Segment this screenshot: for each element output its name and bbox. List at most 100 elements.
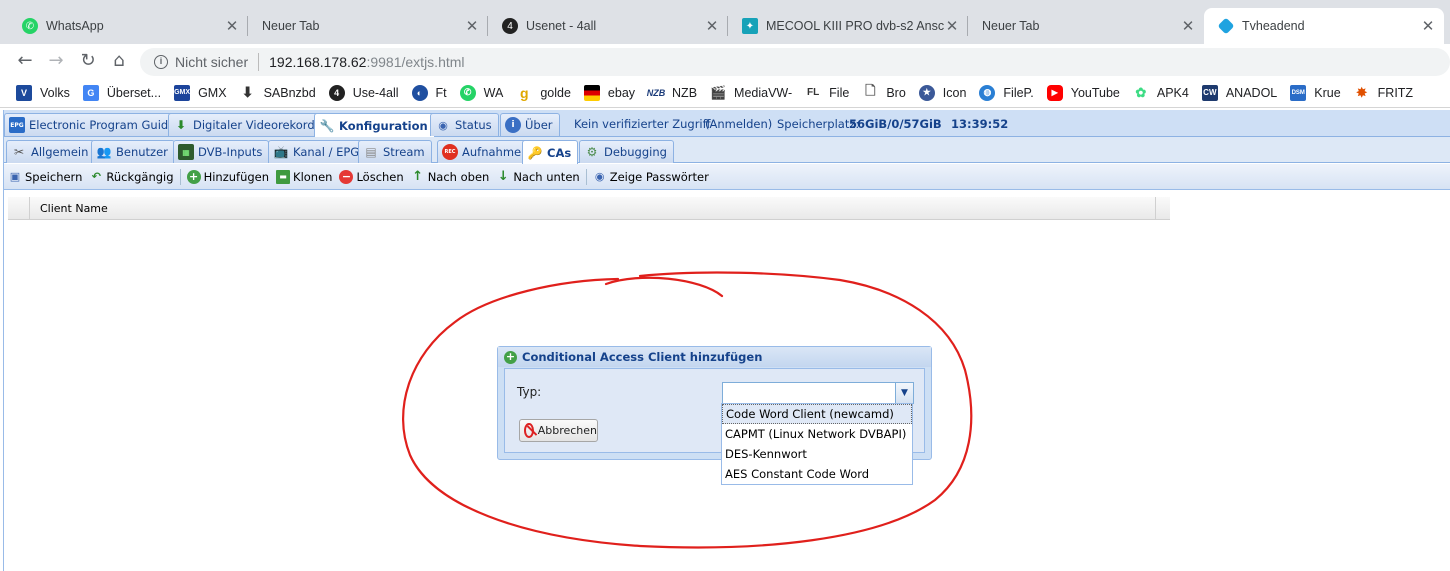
anadol-icon: CW — [1201, 84, 1218, 101]
forward-icon[interactable]: → — [45, 50, 67, 72]
bookmark-use4all[interactable]: 4 Use-4all — [328, 84, 399, 101]
remove-icon: − — [339, 169, 354, 184]
whatsapp-icon: ✆ — [22, 18, 38, 34]
tab-allgemein[interactable]: ✂ Allgemein — [6, 140, 96, 163]
option-capmt[interactable]: CAPMT (Linux Network DVBAPI) — [722, 424, 912, 444]
undo-button[interactable]: ↶ Rückgängig — [89, 170, 174, 184]
option-aes[interactable]: AES Constant Code Word — [722, 464, 912, 484]
tab-aufnahme[interactable]: REC Aufnahme — [437, 140, 529, 163]
chevron-down-icon[interactable]: ▼ — [895, 383, 913, 403]
browser-toolbar: ← → ↻ ⌂ i Nicht sicher 192.168.178.62 :9… — [0, 44, 1450, 78]
tab-stream[interactable]: ▤ Stream — [358, 140, 432, 163]
back-icon[interactable]: ← — [14, 50, 36, 72]
bookmark-uebersetzer[interactable]: G Überset... — [82, 84, 161, 101]
chip-icon: ▦ — [178, 144, 194, 160]
bookmarks-bar: V Volks G Überset... GMX GMX ⬇ SABnzbd 4 Use-… — [0, 78, 1450, 108]
move-up-button[interactable]: ↑ Nach oben — [411, 169, 489, 184]
close-icon[interactable]: ✕ — [464, 17, 480, 35]
tab-epg[interactable]: EPG Electronic Program Guide — [4, 113, 183, 136]
bookmark-sabnzbd[interactable]: ⬇ SABnzbd — [240, 84, 316, 101]
bookmark-file[interactable]: FL File — [805, 85, 849, 101]
arrow-up-icon: ↑ — [412, 169, 424, 184]
bookmark-icon[interactable]: ★ Icon — [918, 84, 966, 101]
close-icon[interactable]: ✕ — [1420, 17, 1436, 35]
download-icon: ⬇ — [241, 84, 254, 100]
browser-tab-tvheadend[interactable]: Tvheadend ✕ — [1204, 8, 1444, 44]
bookmark-volks[interactable]: V Volks — [16, 84, 70, 101]
bookmark-wa[interactable]: ✆ WA — [459, 84, 503, 101]
main-tab-bar: EPG Electronic Program Guide ⬇ Digitaler V… — [4, 110, 1450, 137]
bookmark-filep[interactable]: ◍ FileP. — [979, 84, 1034, 101]
bookmark-krue[interactable]: DSM Krue — [1290, 84, 1341, 101]
browser-tab-strip: ✆ WhatsApp ✕ Neuer Tab ✕ 4 Usenet - 4all… — [0, 0, 1450, 44]
browser-tab-whatsapp[interactable]: ✆ WhatsApp ✕ — [8, 8, 248, 44]
bookmark-ebay[interactable]: ebay — [583, 84, 635, 101]
gears-icon: ⚙ — [586, 145, 598, 159]
type-select[interactable]: ▼ — [722, 382, 914, 404]
tab-dvb-inputs[interactable]: ▦ DVB-Inputs — [173, 140, 270, 163]
tab-cas[interactable]: 🔑 CAs — [522, 140, 579, 164]
bookmark-golde[interactable]: g golde — [516, 85, 571, 101]
key-icon: 🔑 — [527, 145, 543, 160]
kodi-icon: ✦ — [742, 18, 758, 34]
tab-konfiguration[interactable]: 🔧 Konfiguration — [314, 113, 435, 137]
sub-tab-bar: ✂ Allgemein 👥 Benutzer ▦ DVB-Inputs 📺 Kanal … — [4, 137, 1450, 164]
tab-ueber[interactable]: i Über — [500, 113, 560, 136]
youtube-icon: ▶ — [1046, 84, 1063, 101]
add-button[interactable]: + Hinzufügen — [186, 169, 269, 184]
bookmark-gmx[interactable]: GMX GMX — [174, 84, 227, 101]
column-client-name[interactable]: Client Name — [40, 202, 108, 215]
move-down-button[interactable]: ↓ Nach unten — [496, 169, 580, 184]
stream-icon: ▤ — [365, 145, 377, 159]
browser-tab-usenet[interactable]: 4 Usenet - 4all ✕ — [488, 8, 728, 44]
save-button[interactable]: ▣ Speichern — [8, 170, 83, 184]
bookmark-nzb[interactable]: NZB NZB — [646, 85, 697, 101]
close-icon[interactable]: ✕ — [1180, 17, 1196, 35]
cancel-button[interactable]: Abbrechen — [519, 419, 598, 442]
login-link[interactable]: (Anmelden) — [705, 117, 772, 131]
tab-title: Neuer Tab — [982, 19, 1040, 33]
storage-value: 56GiB/0/57GiB — [849, 117, 942, 131]
option-newcamd[interactable]: Code Word Client (newcamd) — [722, 404, 912, 424]
bookmark-youtube[interactable]: ▶ YouTube — [1046, 84, 1120, 101]
clone-button[interactable]: ▬ Klonen — [276, 169, 332, 184]
address-bar[interactable]: i Nicht sicher 192.168.178.62 :9981/extj… — [140, 48, 1450, 76]
bookmark-ft[interactable]: ◐ Ft — [411, 84, 447, 101]
close-icon[interactable]: ✕ — [944, 17, 960, 35]
add-icon: + — [504, 349, 517, 364]
show-passwords-button[interactable]: ◉ Zeige Passwörter — [593, 170, 709, 184]
bookmark-mediavw[interactable]: 🎬 MediaVW- — [710, 85, 792, 101]
browser-tab-new-2[interactable]: Neuer Tab ✕ — [968, 8, 1204, 44]
close-icon[interactable]: ✕ — [224, 17, 240, 35]
option-des[interactable]: DES-Kennwort — [722, 444, 912, 464]
tab-dvr[interactable]: ⬇ Digitaler Videorekorder — [168, 113, 334, 136]
tab-title: Usenet - 4all — [526, 19, 597, 33]
clock: 13:39:52 — [951, 117, 1009, 131]
close-icon[interactable]: ✕ — [704, 17, 720, 35]
bookmark-anadol[interactable]: CW ANADOL — [1201, 84, 1277, 101]
home-icon[interactable]: ⌂ — [108, 50, 130, 72]
tvheadend-icon — [1217, 17, 1235, 35]
url-host: 192.168.178.62 — [269, 54, 367, 70]
save-icon: ▣ — [9, 170, 21, 183]
tab-benutzer[interactable]: 👥 Benutzer — [91, 140, 175, 163]
delete-button[interactable]: − Löschen — [339, 169, 404, 184]
bookmark-apk4[interactable]: ✿ APK4 — [1133, 85, 1188, 101]
security-label: Nicht sicher — [175, 54, 249, 70]
translate-icon: G — [82, 84, 99, 101]
tab-title: Tvheadend — [1242, 19, 1305, 33]
browser-tab-mecool[interactable]: ✦ MECOOL KIII PRO dvb-s2 Anschlu ✕ — [728, 8, 968, 44]
tab-title: WhatsApp — [46, 19, 104, 33]
clone-icon: ▬ — [276, 169, 291, 184]
bookmark-fritz[interactable]: ✸ FRITZ — [1354, 85, 1413, 101]
select-all-checkbox[interactable] — [8, 197, 30, 220]
reload-icon[interactable]: ↻ — [77, 50, 99, 72]
tab-kanal-epg[interactable]: 📺 Kanal / EPG — [268, 140, 367, 163]
usenet-icon: 4 — [502, 18, 518, 34]
nzb-icon: NZB — [646, 87, 666, 98]
tab-debugging[interactable]: ⚙ Debugging — [579, 140, 674, 163]
info-icon[interactable]: i — [154, 55, 168, 69]
bookmark-bro[interactable]: 🗋 Bro — [862, 83, 906, 101]
browser-tab-new[interactable]: Neuer Tab ✕ — [248, 8, 488, 44]
tab-status[interactable]: ◉ Status — [430, 113, 499, 136]
